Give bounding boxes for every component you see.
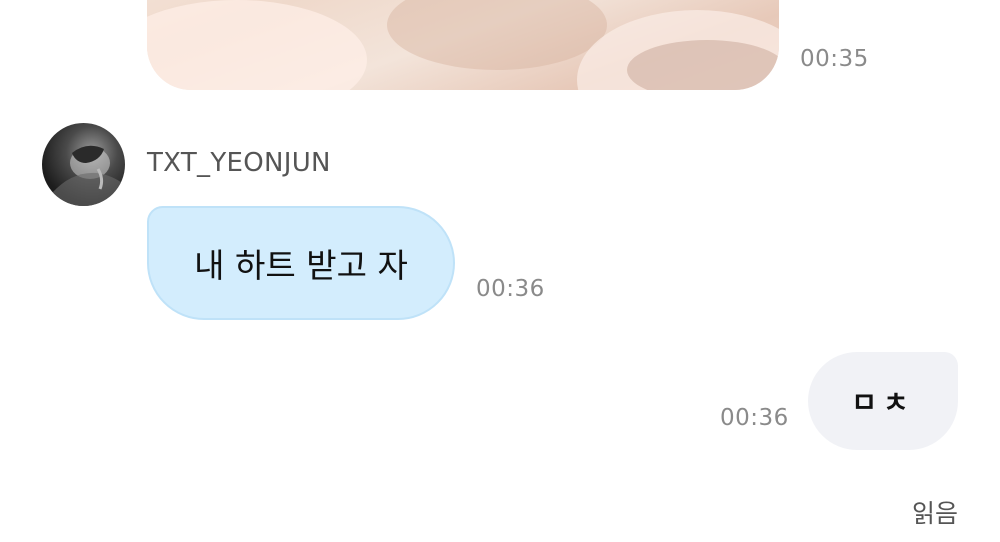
- image-message-timestamp: 00:35: [800, 46, 869, 72]
- incoming-message-timestamp: 00:36: [476, 276, 545, 302]
- incoming-message-text: 내 하트 받고 자: [194, 246, 408, 285]
- sender-avatar[interactable]: [42, 123, 125, 206]
- outgoing-message-timestamp: 00:36: [720, 405, 789, 431]
- sender-name[interactable]: TXT_YEONJUN: [147, 148, 331, 178]
- outgoing-message-bubble[interactable]: ㅁㅊ: [808, 352, 958, 450]
- image-message[interactable]: [147, 0, 779, 90]
- incoming-message-bubble[interactable]: 내 하트 받고 자: [147, 206, 455, 320]
- read-receipt: 읽음: [912, 499, 959, 528]
- image-content: [147, 0, 367, 90]
- image-content-shadow: [387, 0, 607, 70]
- outgoing-message-text: ㅁㅊ: [851, 386, 915, 419]
- avatar-photo: [42, 145, 125, 206]
- chat-screen: 00:35 TXT_YEONJUN 내 하트 받고 자 00:36 00:36 …: [0, 0, 1000, 542]
